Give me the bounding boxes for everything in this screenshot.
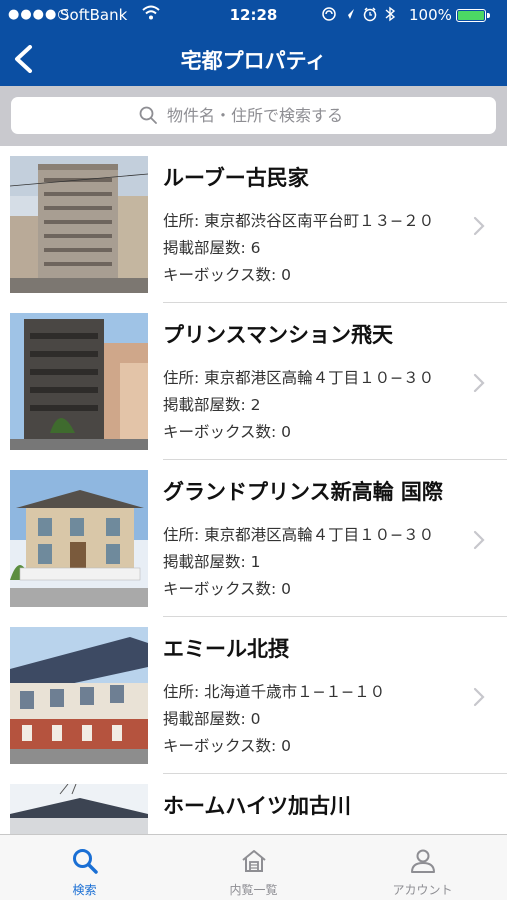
search-input[interactable] (167, 101, 467, 130)
house-icon (242, 850, 266, 872)
property-address: 住所: 東京都港区高輪４丁目１０−３０ (163, 369, 435, 387)
battery-icon (456, 9, 490, 22)
tab-bar: 検索 内覧一覧 アカウント (0, 834, 507, 900)
chevron-right-icon (473, 373, 485, 393)
search-icon (139, 106, 157, 124)
tab-search[interactable]: 検索 (0, 835, 169, 900)
search-icon (73, 849, 98, 874)
property-name: グランドプリンス新高輪 国際 (163, 480, 443, 504)
property-row[interactable]: グランドプリンス新高輪 国際 住所: 東京都港区高輪４丁目１０−３０ 掲載部屋数… (0, 460, 507, 617)
keybox-count: キーボックス数: 0 (163, 266, 292, 284)
chevron-right-icon (473, 530, 485, 550)
listed-rooms-count: 掲載部屋数: 6 (163, 239, 261, 257)
property-address: 住所: 東京都渋谷区南平台町１３−２０ (163, 212, 435, 230)
keybox-count: キーボックス数: 0 (163, 423, 292, 441)
property-name: ホームハイツ加古川 (163, 794, 351, 818)
tab-account[interactable]: アカウント (338, 835, 507, 900)
property-row[interactable]: エミール北摂 住所: 北海道千歳市１−１−１０ 掲載部屋数: 0 キーボックス数… (0, 617, 507, 774)
listed-rooms-count: 掲載部屋数: 0 (163, 710, 261, 728)
tab-label: 検索 (72, 883, 97, 897)
status-bar: ●●●●○ SoftBank 12:28 100% (0, 0, 507, 30)
navigation-bar: 宅都プロパティ (0, 30, 507, 86)
search-bar-container (0, 86, 507, 146)
property-photo (10, 470, 148, 607)
property-address: 住所: 北海道千歳市１−１−１０ (163, 683, 386, 701)
property-row[interactable]: ホームハイツ加古川 (0, 774, 507, 834)
system-status-icons (322, 6, 406, 26)
keybox-count: キーボックス数: 0 (163, 737, 292, 755)
listed-rooms-count: 掲載部屋数: 2 (163, 396, 261, 414)
tab-label: 内覧一覧 (229, 883, 278, 897)
property-address: 住所: 東京都港区高輪４丁目１０−３０ (163, 526, 435, 544)
battery-percentage: 100% (409, 6, 452, 24)
page-title: 宅都プロパティ (180, 49, 327, 73)
property-row[interactable]: プリンスマンション飛天 住所: 東京都港区高輪４丁目１０−３０ 掲載部屋数: 2… (0, 303, 507, 460)
listed-rooms-count: 掲載部屋数: 1 (163, 553, 261, 571)
property-photo (10, 313, 148, 450)
property-photo (10, 784, 148, 834)
tab-label: アカウント (392, 883, 453, 897)
property-list: ルーブー古民家 住所: 東京都渋谷区南平台町１３−２０ 掲載部屋数: 6 キーボ… (0, 146, 507, 834)
property-name: プリンスマンション飛天 (163, 323, 393, 347)
property-photo (10, 627, 148, 764)
chevron-right-icon (473, 216, 485, 236)
person-icon (411, 849, 435, 873)
property-photo (10, 156, 148, 293)
property-name: ルーブー古民家 (163, 166, 309, 190)
property-row[interactable]: ルーブー古民家 住所: 東京都渋谷区南平台町１３−２０ 掲載部屋数: 6 キーボ… (0, 146, 507, 303)
keybox-count: キーボックス数: 0 (163, 580, 292, 598)
tab-viewing-list[interactable]: 内覧一覧 (169, 835, 338, 900)
chevron-right-icon (473, 687, 485, 707)
search-box[interactable] (11, 97, 496, 134)
property-name: エミール北摂 (163, 637, 289, 661)
